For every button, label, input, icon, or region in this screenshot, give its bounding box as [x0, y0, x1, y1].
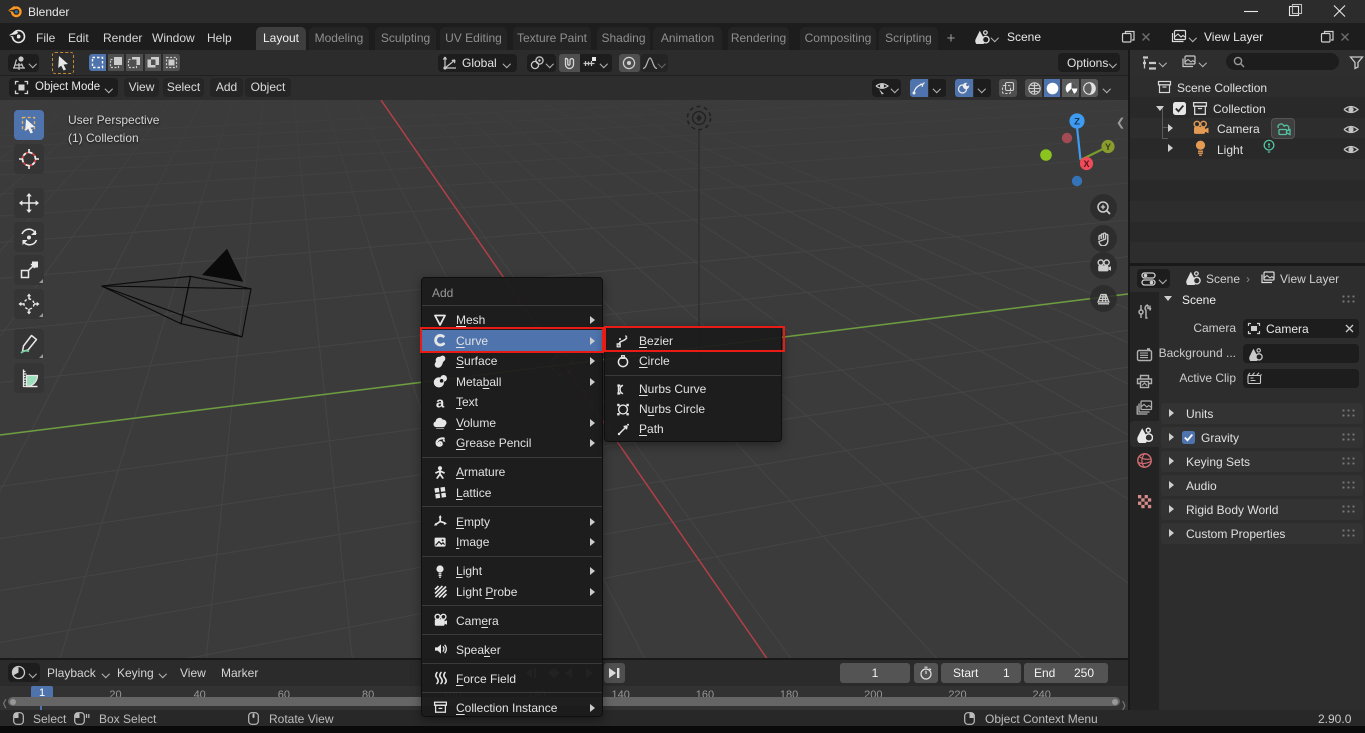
svg-text:a: a	[436, 395, 445, 409]
svg-text:X: X	[1083, 159, 1089, 169]
svg-text:Z: Z	[1074, 117, 1080, 128]
svg-text:Y: Y	[1105, 142, 1111, 152]
